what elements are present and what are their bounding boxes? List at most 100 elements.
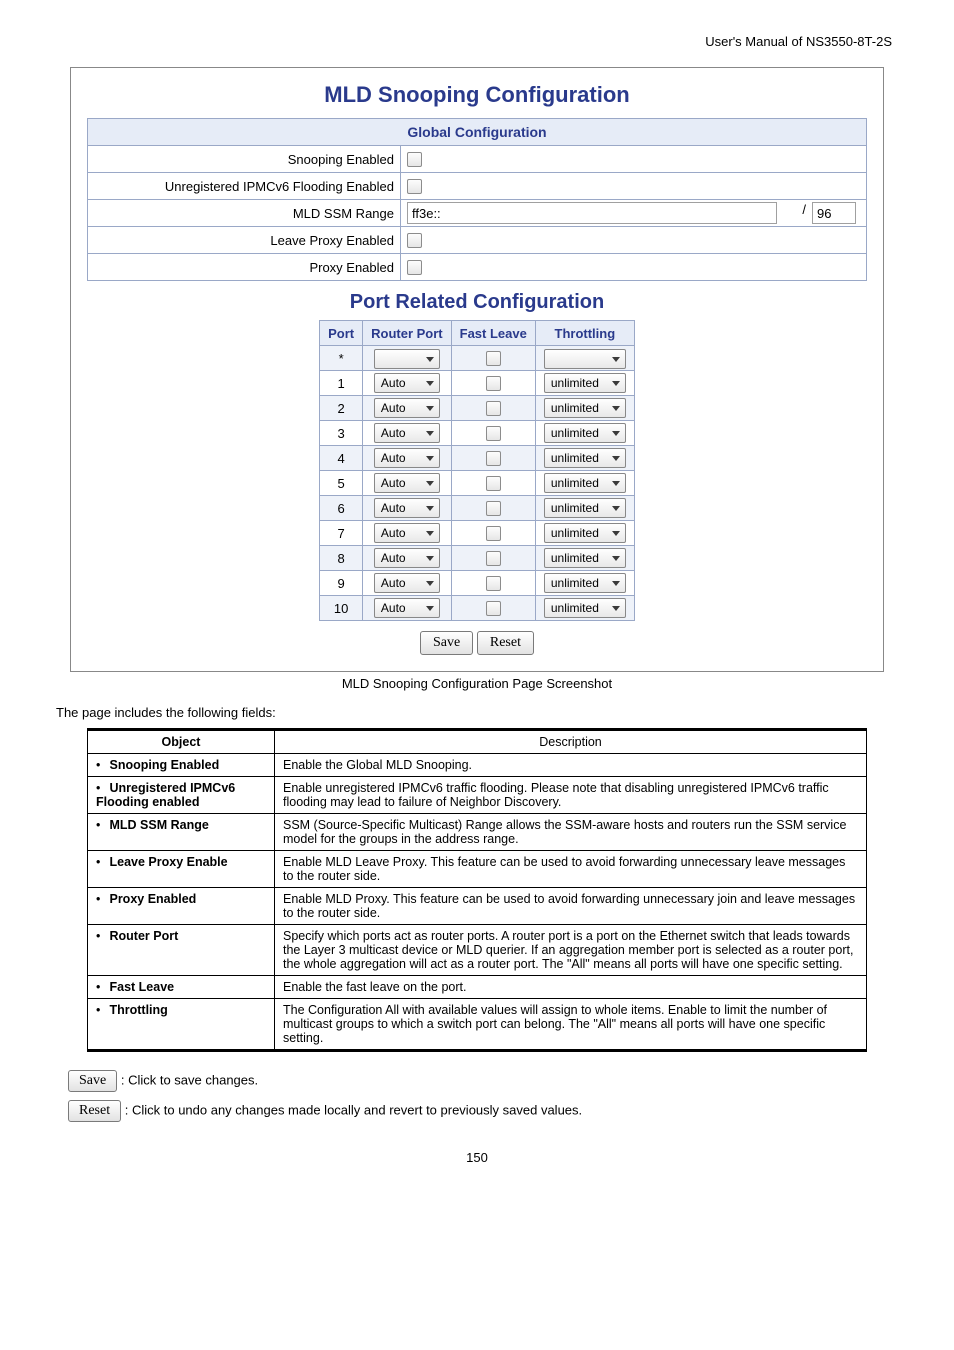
chevron-down-icon xyxy=(423,526,437,540)
port-row: 1Autounlimited xyxy=(320,371,635,396)
router-port-select[interactable]: Auto xyxy=(374,573,440,593)
throttling-select[interactable]: unlimited xyxy=(544,398,626,418)
router-port-select[interactable]: Auto xyxy=(374,598,440,618)
chevron-down-icon xyxy=(609,601,623,615)
fast-leave-checkbox[interactable] xyxy=(486,476,501,491)
port-row: 6 Auto unlimited xyxy=(320,496,635,521)
screenshot-title: MLD Snooping Configuration xyxy=(87,82,867,108)
throttling-select[interactable]: unlimited xyxy=(544,523,626,543)
port-number: 9 xyxy=(320,571,363,596)
port-number: 6 xyxy=(320,496,363,521)
fields-row: • MLD SSM RangeSSM (Source-Specific Mult… xyxy=(88,814,867,851)
throttling-select[interactable] xyxy=(544,349,626,369)
input-ssm-address[interactable] xyxy=(407,202,777,224)
save-button-desc: : Click to save changes. xyxy=(121,1072,258,1087)
router-port-select[interactable]: Auto xyxy=(374,473,440,493)
checkbox-proxy[interactable] xyxy=(407,260,422,275)
label-proxy: Proxy Enabled xyxy=(88,254,401,281)
global-section-header: Global Configuration xyxy=(88,119,867,146)
chevron-down-icon xyxy=(609,376,623,390)
field-description: Enable the fast leave on the port. xyxy=(275,976,867,999)
port-row: 8Autounlimited xyxy=(320,546,635,571)
router-port-select[interactable]: Auto xyxy=(374,548,440,568)
router-port-select[interactable]: Auto xyxy=(374,398,440,418)
fields-row: • Snooping EnabledEnable the Global MLD … xyxy=(88,754,867,777)
page-header: User's Manual of NS3550-8T-2S xyxy=(56,34,898,49)
chevron-down-icon xyxy=(609,551,623,565)
col-port: Port xyxy=(320,321,363,346)
port-row: 9 Auto unlimited xyxy=(320,571,635,596)
global-config-table: Global Configuration Snooping Enabled Un… xyxy=(87,118,867,281)
buttons-help-section: Save : Click to save changes. Reset : Cl… xyxy=(68,1070,898,1122)
chevron-down-icon xyxy=(423,352,437,366)
chevron-down-icon xyxy=(609,451,623,465)
field-description: Enable MLD Leave Proxy. This feature can… xyxy=(275,851,867,888)
port-row: 2Autounlimited xyxy=(320,396,635,421)
throttling-select[interactable]: unlimited xyxy=(544,423,626,443)
chevron-down-icon xyxy=(423,601,437,615)
field-object: • Unregistered IPMCv6 Flooding enabled xyxy=(88,777,275,814)
col-throttling: Throttling xyxy=(535,321,634,346)
router-port-select[interactable]: Auto xyxy=(374,423,440,443)
config-screenshot: MLD Snooping Configuration Global Config… xyxy=(70,67,884,672)
port-number: * xyxy=(320,346,363,371)
fast-leave-checkbox[interactable] xyxy=(486,576,501,591)
throttling-select[interactable]: unlimited xyxy=(544,473,626,493)
port-number: 3 xyxy=(320,421,363,446)
field-description: Enable the Global MLD Snooping. xyxy=(275,754,867,777)
fast-leave-checkbox[interactable] xyxy=(486,401,501,416)
field-description: Enable MLD Proxy. This feature can be us… xyxy=(275,888,867,925)
fast-leave-checkbox[interactable] xyxy=(486,451,501,466)
port-row: 10Autounlimited xyxy=(320,596,635,621)
throttling-select[interactable]: unlimited xyxy=(544,598,626,618)
port-section-title: Port Related Configuration xyxy=(87,291,867,314)
checkbox-snooping-enabled[interactable] xyxy=(407,152,422,167)
reset-button-graphic: Reset xyxy=(68,1100,121,1122)
throttling-select[interactable]: unlimited xyxy=(544,548,626,568)
checkbox-flooding-enabled[interactable] xyxy=(407,179,422,194)
lead-text: The page includes the following fields: xyxy=(56,705,898,720)
throttling-select[interactable]: unlimited xyxy=(544,448,626,468)
field-object: • Throttling xyxy=(88,999,275,1051)
field-object: • MLD SSM Range xyxy=(88,814,275,851)
chevron-down-icon xyxy=(423,551,437,565)
label-ssm-range: MLD SSM Range xyxy=(88,200,401,227)
fast-leave-checkbox[interactable] xyxy=(486,351,501,366)
fast-leave-checkbox[interactable] xyxy=(486,426,501,441)
save-button[interactable]: Save xyxy=(420,631,473,655)
router-port-select[interactable]: Auto xyxy=(374,523,440,543)
checkbox-leave-proxy[interactable] xyxy=(407,233,422,248)
label-leave-proxy: Leave Proxy Enabled xyxy=(88,227,401,254)
port-row: 5Autounlimited xyxy=(320,471,635,496)
chevron-down-icon xyxy=(609,426,623,440)
chevron-down-icon xyxy=(423,476,437,490)
fast-leave-checkbox[interactable] xyxy=(486,601,501,616)
field-object: • Snooping Enabled xyxy=(88,754,275,777)
chevron-down-icon xyxy=(423,576,437,590)
router-port-select[interactable]: Auto xyxy=(374,373,440,393)
fast-leave-checkbox[interactable] xyxy=(486,526,501,541)
throttling-select[interactable]: unlimited xyxy=(544,498,626,518)
port-config-table: Port Router Port Fast Leave Throttling *… xyxy=(319,320,635,621)
chevron-down-icon xyxy=(609,526,623,540)
fast-leave-checkbox[interactable] xyxy=(486,551,501,566)
router-port-select[interactable]: Auto xyxy=(374,448,440,468)
router-port-select[interactable] xyxy=(374,349,440,369)
throttling-select[interactable]: unlimited xyxy=(544,373,626,393)
port-row: 3 Auto unlimited xyxy=(320,421,635,446)
router-port-select[interactable]: Auto xyxy=(374,498,440,518)
chevron-down-icon xyxy=(423,401,437,415)
chevron-down-icon xyxy=(609,476,623,490)
fast-leave-checkbox[interactable] xyxy=(486,376,501,391)
reset-button[interactable]: Reset xyxy=(477,631,534,655)
label-snooping-enabled: Snooping Enabled xyxy=(88,146,401,173)
fields-table: Object Description • Snooping EnabledEna… xyxy=(87,728,867,1052)
fields-header-description: Description xyxy=(275,730,867,754)
col-routerport: Router Port xyxy=(363,321,452,346)
throttling-select[interactable]: unlimited xyxy=(544,573,626,593)
field-object: • Leave Proxy Enable xyxy=(88,851,275,888)
port-number: 7 xyxy=(320,521,363,546)
input-ssm-prefix[interactable] xyxy=(812,202,856,224)
port-row: 7 Auto unlimited xyxy=(320,521,635,546)
fast-leave-checkbox[interactable] xyxy=(486,501,501,516)
